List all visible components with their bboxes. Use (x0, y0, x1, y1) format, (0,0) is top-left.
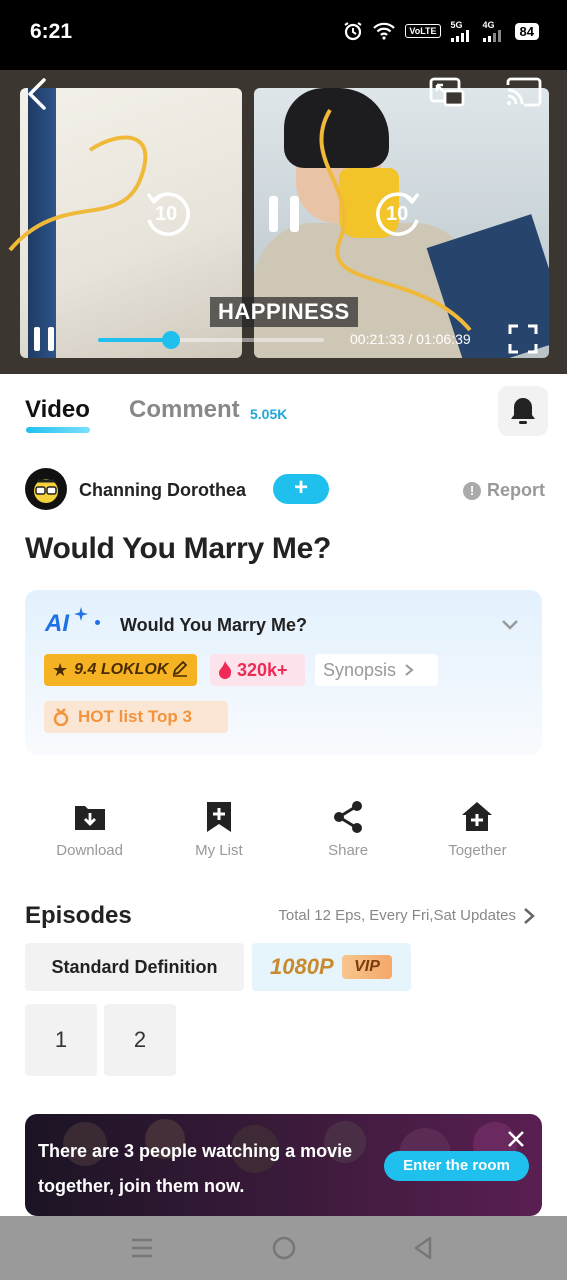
download-icon (74, 806, 105, 830)
banner-message: There are 3 people watching a movie toge… (38, 1141, 353, 1196)
time-separator: / (408, 331, 413, 347)
report-info-icon: ! (463, 481, 481, 500)
rewind-seconds: 10 (155, 203, 178, 225)
hd-label: 1080P (270, 954, 334, 979)
action-row: Download My List Share Together (25, 800, 542, 870)
share-icon (334, 801, 363, 833)
back-triangle-icon[interactable] (410, 1234, 438, 1262)
chevron-right-icon (524, 908, 535, 924)
menu-icon[interactable] (128, 1234, 156, 1262)
bookmark-add-icon (206, 802, 231, 832)
home-add-icon (462, 802, 493, 831)
episode-2-button[interactable]: 2 (104, 1004, 176, 1076)
popularity-value: 320k+ (237, 659, 288, 680)
hot-list-label: HOT list Top 3 (78, 707, 192, 726)
avatar[interactable] (25, 468, 67, 510)
rating-chip[interactable]: ★ 9.4 LOKLOK (44, 654, 197, 686)
pause-icon[interactable] (266, 194, 302, 234)
current-time: 00:21:33 (350, 331, 405, 347)
my-list-label: My List (195, 842, 243, 859)
cast-icon[interactable] (504, 76, 542, 108)
progress-bar[interactable] (98, 331, 324, 349)
download-label: Download (56, 842, 123, 859)
bell-icon (511, 398, 535, 424)
status-bar: 6:21 VoLTE 5G 4G 84 (0, 0, 567, 70)
vip-badge: VIP (342, 955, 392, 979)
episodes-title: Episodes (25, 902, 132, 929)
together-label: Together (448, 842, 507, 859)
rewind-10-button[interactable]: 10 (140, 186, 196, 242)
signal-5g-icon: 5G (450, 20, 473, 42)
uploader-name[interactable]: Channing Dorothea (79, 480, 246, 501)
picture-in-picture-icon[interactable] (428, 76, 466, 108)
volte-badge: VoLTE (405, 24, 441, 38)
wifi-icon (373, 22, 396, 40)
back-arrow-icon[interactable] (22, 76, 52, 112)
comment-count: 5.05K (250, 406, 288, 422)
system-nav-bar (0, 1216, 567, 1280)
timecode: 00:21:33 / 01:06:39 (350, 331, 471, 347)
signal-4g-icon: 4G (482, 20, 505, 42)
follow-button[interactable]: + (273, 474, 329, 504)
my-list-button[interactable]: My List (154, 800, 283, 870)
player-top-bar (0, 70, 567, 120)
ai-summary-card[interactable]: AI Would You Marry Me? ★ 9.4 LOKLOK 320k… (25, 590, 542, 755)
net2-label: 4G (482, 20, 495, 30)
video-frame-left (20, 88, 242, 358)
together-button[interactable]: Together (413, 800, 542, 870)
close-icon[interactable] (507, 1130, 525, 1148)
pause-small-icon[interactable] (32, 326, 56, 352)
video-player[interactable]: 10 10 HAPPINESS 00:21:33 / 01:06:39 (0, 70, 567, 374)
enter-room-button[interactable]: Enter the room (384, 1151, 529, 1181)
show-title: Would You Marry Me? (25, 532, 331, 565)
episode-1-button[interactable]: 1 (25, 1004, 97, 1076)
status-time: 6:21 (30, 20, 73, 43)
share-button[interactable]: Share (284, 800, 413, 870)
episodes-header[interactable]: Episodes Total 12 Eps, Every Fri,Sat Upd… (25, 900, 542, 932)
alarm-icon (343, 21, 363, 41)
progress-fill (98, 338, 172, 342)
ai-logo: AI (45, 610, 69, 637)
medal-icon (53, 708, 69, 726)
flame-icon (219, 661, 232, 679)
book-cover-art (28, 88, 56, 358)
synopsis-button[interactable]: Synopsis (315, 654, 438, 686)
synopsis-label: Synopsis (323, 659, 397, 680)
edit-pencil-icon[interactable] (171, 659, 189, 682)
tab-active-indicator (26, 427, 90, 433)
status-icons: VoLTE 5G 4G 84 (343, 20, 539, 42)
download-button[interactable]: Download (25, 800, 154, 870)
net1-label: 5G (450, 20, 463, 30)
battery-indicator: 84 (514, 22, 539, 40)
standard-definition-button[interactable]: Standard Definition (25, 943, 244, 991)
notification-button[interactable] (498, 386, 548, 436)
hot-list-chip[interactable]: HOT list Top 3 (44, 701, 228, 733)
total-time: 01:06:39 (416, 331, 471, 347)
star-icon: ★ (52, 659, 69, 680)
sparkle-icon (74, 607, 88, 621)
tab-video[interactable]: Video (25, 396, 90, 424)
ai-card-title: Would You Marry Me? (120, 615, 308, 635)
rating-value: 9.4 LOKLOK (74, 661, 169, 678)
hd-1080p-button[interactable]: 1080P VIP (252, 943, 411, 991)
share-label: Share (328, 842, 369, 859)
report-button[interactable]: ! Report (463, 480, 545, 501)
ai-separator-dot (95, 620, 100, 625)
episodes-info: Total 12 Eps, Every Fri,Sat Updates (278, 907, 516, 924)
chevron-right-icon (405, 664, 414, 676)
watch-together-banner[interactable]: There are 3 people watching a movie toge… (25, 1114, 542, 1216)
fullscreen-icon[interactable] (508, 324, 538, 354)
forward-10-button[interactable]: 10 (370, 186, 426, 242)
forward-seconds: 10 (386, 203, 409, 225)
uploader-row: Channing Dorothea + ! Report (25, 468, 545, 512)
video-subtitle: HAPPINESS (210, 297, 358, 327)
content-tabs: Video Comment 5.05K (0, 374, 567, 444)
tab-comment[interactable]: Comment (129, 396, 240, 424)
avatar-glasses-icon (34, 479, 58, 503)
popularity-chip: 320k+ (210, 654, 305, 686)
home-circle-icon[interactable] (270, 1234, 298, 1262)
report-label: Report (487, 480, 545, 500)
chevron-down-icon[interactable] (500, 614, 520, 634)
